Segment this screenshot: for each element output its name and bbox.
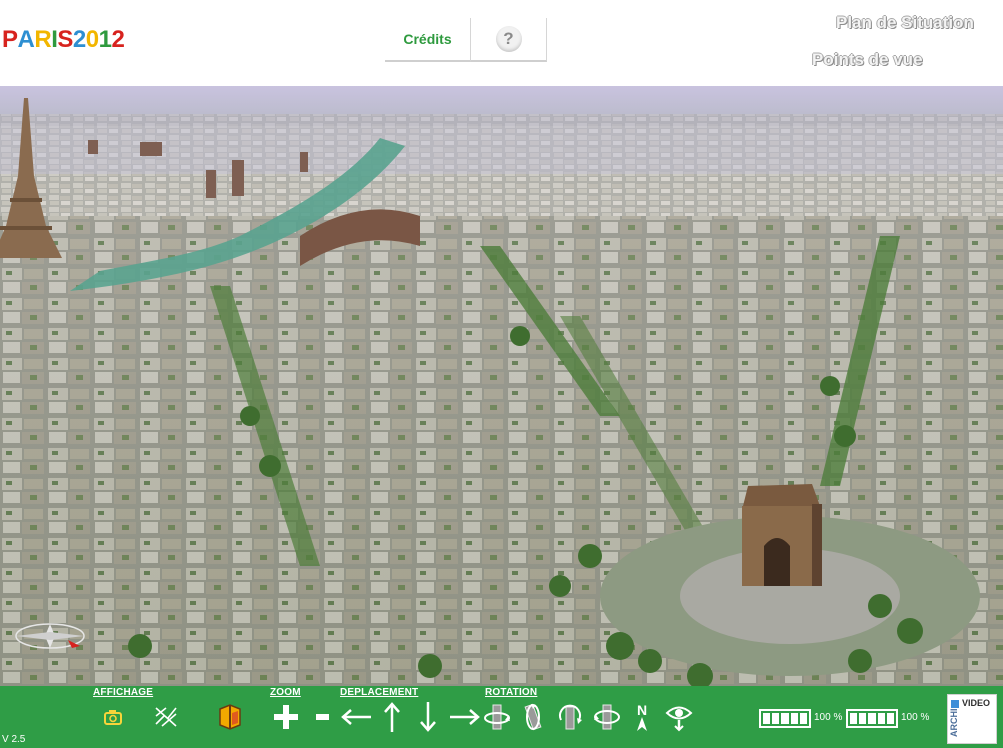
archi-square-icon <box>951 700 959 708</box>
affichage-label: AFFICHAGE <box>93 687 154 698</box>
quality-gauge-2 <box>846 709 898 728</box>
logo-letter: 2 <box>111 26 125 53</box>
wireframe-icon[interactable] <box>150 700 182 734</box>
aerial-city-image <box>0 86 1003 686</box>
points-de-vue-link[interactable]: Points de vue <box>812 50 923 70</box>
rotate-horizontal-icon[interactable] <box>482 700 512 734</box>
rotate-tilt-icon[interactable] <box>518 700 548 734</box>
arrow-right-icon[interactable] <box>448 700 482 734</box>
help-icon: ? <box>495 26 522 52</box>
camera-icon[interactable] <box>100 700 126 734</box>
nav-tabs: Crédits ? <box>385 18 547 62</box>
archi-video-label: VIDEO <box>962 698 991 708</box>
quality-gauge-2-value: 100 % <box>901 712 930 723</box>
logo-letter: P <box>2 26 18 53</box>
logo-letter: S <box>57 26 73 53</box>
rotate-around-icon[interactable] <box>555 700 585 734</box>
logo-letter: A <box>17 26 35 53</box>
header: PARIS2012 Crédits ? Plan de Situation Po… <box>0 0 1003 86</box>
plus-icon[interactable] <box>270 700 302 734</box>
tab-credits[interactable]: Crédits <box>385 18 471 62</box>
app-window: PARIS2012 Crédits ? Plan de Situation Po… <box>0 0 1003 748</box>
3d-city-view[interactable] <box>0 86 1003 686</box>
compass-rose[interactable] <box>15 623 85 649</box>
eye-icon[interactable] <box>664 700 694 734</box>
navigation-toolbar: AFFICHAGE ZOOM DEPLACEMENT ROTATION N 10… <box>0 686 1003 748</box>
rotate-vertical-icon[interactable] <box>592 700 622 734</box>
logo-letter: 1 <box>98 26 112 53</box>
logo-letter: 0 <box>85 26 99 53</box>
minus-icon[interactable] <box>310 700 334 734</box>
plan-de-situation-link[interactable]: Plan de Situation <box>836 13 974 33</box>
tab-help[interactable]: ? <box>471 18 547 62</box>
arrow-left-icon[interactable] <box>338 700 374 734</box>
arrow-up-icon[interactable] <box>380 700 404 734</box>
paris2012-logo[interactable]: PARIS2012 <box>2 26 125 56</box>
version-label: V 2.5 <box>2 734 26 745</box>
archi-label: ARCHI <box>949 708 959 738</box>
quality-gauge-1-value: 100 % <box>814 712 843 723</box>
arrow-down-icon[interactable] <box>416 700 440 734</box>
archi-video-badge[interactable]: VIDEO ARCHI <box>947 694 997 744</box>
logo-letter: 2 <box>72 26 86 53</box>
book-icon[interactable] <box>214 700 246 734</box>
rotation-label: ROTATION <box>485 687 538 698</box>
zoom-label: ZOOM <box>270 687 301 698</box>
arc-de-triomphe <box>742 484 822 586</box>
deplacement-label: DEPLACEMENT <box>340 687 419 698</box>
north-letter: N <box>636 702 648 718</box>
north-icon[interactable]: N <box>630 700 654 734</box>
logo-letter: R <box>34 26 52 53</box>
quality-gauge-1 <box>759 709 811 728</box>
